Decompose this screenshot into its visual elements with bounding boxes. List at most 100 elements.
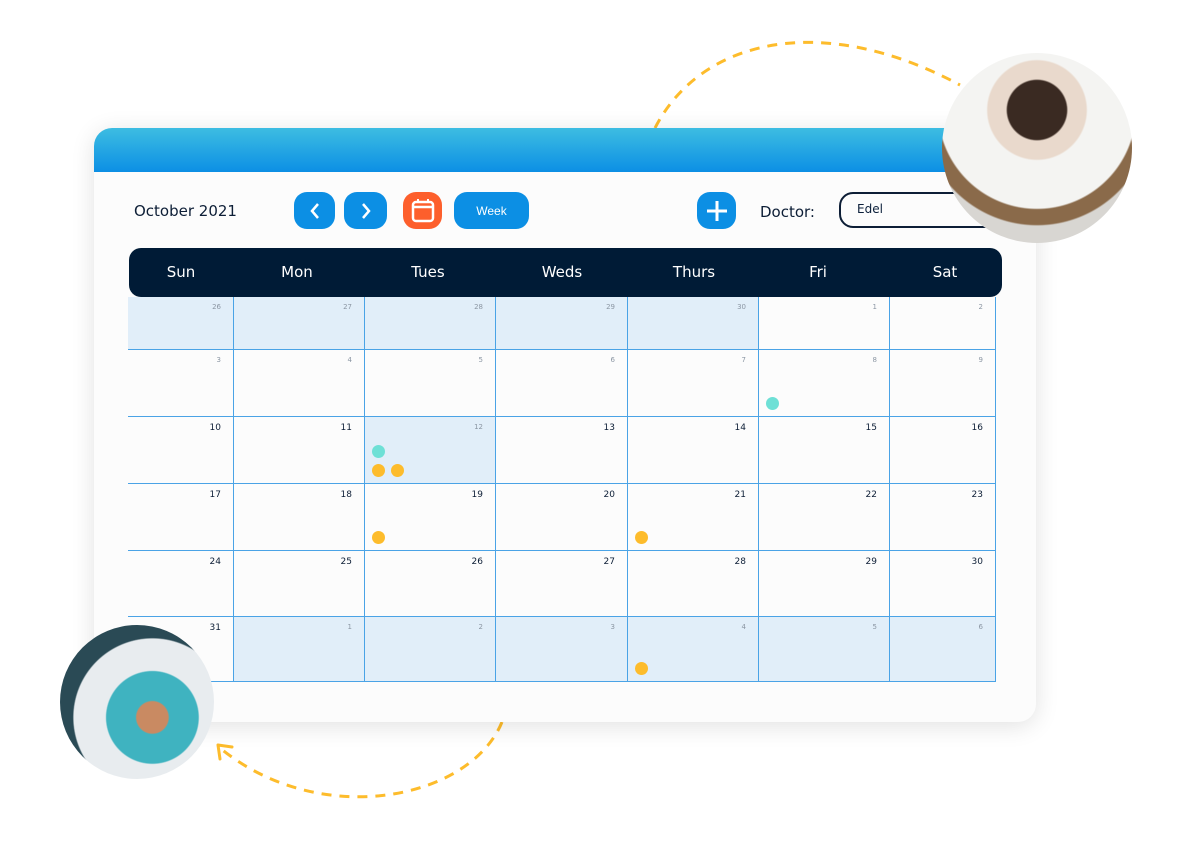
woman-at-laptop-photo bbox=[942, 53, 1132, 243]
day-cell[interactable]: 7 bbox=[628, 350, 759, 417]
chevron-left-icon bbox=[309, 202, 319, 219]
event-orange-dot[interactable] bbox=[372, 464, 385, 477]
calendar-card: October 2021 Week Doctor: Edel Sun Mon Tue… bbox=[94, 128, 1036, 722]
day-cell[interactable]: 5 bbox=[365, 350, 496, 417]
day-number: 14 bbox=[734, 423, 746, 433]
day-cell[interactable]: 2 bbox=[365, 617, 496, 682]
day-number: 11 bbox=[340, 423, 352, 433]
day-number: 8 bbox=[872, 356, 877, 364]
day-cell[interactable]: 12 bbox=[365, 417, 496, 484]
day-number: 26 bbox=[212, 303, 221, 311]
day-cell[interactable]: 29 bbox=[759, 551, 890, 617]
day-number: 10 bbox=[209, 423, 221, 433]
day-cell[interactable]: 4 bbox=[628, 617, 759, 682]
day-number: 5 bbox=[872, 623, 877, 631]
day-cell[interactable]: 14 bbox=[628, 417, 759, 484]
event-teal-dot[interactable] bbox=[372, 445, 385, 458]
day-number: 19 bbox=[471, 490, 483, 500]
day-number: 4 bbox=[347, 356, 352, 364]
day-number: 7 bbox=[741, 356, 746, 364]
next-month-button[interactable] bbox=[344, 192, 387, 229]
day-number: 2 bbox=[978, 303, 983, 311]
day-number: 16 bbox=[971, 423, 983, 433]
day-cell[interactable]: 26 bbox=[128, 297, 234, 350]
day-number: 27 bbox=[343, 303, 352, 311]
day-cell[interactable]: 29 bbox=[496, 297, 628, 350]
day-number: 2 bbox=[478, 623, 483, 631]
day-number: 3 bbox=[216, 356, 221, 364]
day-number: 1 bbox=[347, 623, 352, 631]
day-number: 20 bbox=[603, 490, 615, 500]
day-number: 29 bbox=[606, 303, 615, 311]
event-teal-dot[interactable] bbox=[766, 397, 779, 410]
day-cell[interactable]: 10 bbox=[128, 417, 234, 484]
day-cell[interactable]: 5 bbox=[759, 617, 890, 682]
day-number: 15 bbox=[865, 423, 877, 433]
weekday-weds: Weds bbox=[541, 263, 583, 281]
day-number: 13 bbox=[603, 423, 615, 433]
day-cell[interactable]: 2 bbox=[890, 297, 996, 350]
day-number: 6 bbox=[610, 356, 615, 364]
day-cell[interactable]: 27 bbox=[234, 297, 365, 350]
day-cell[interactable]: 28 bbox=[628, 551, 759, 617]
day-cell[interactable]: 25 bbox=[234, 551, 365, 617]
day-number: 27 bbox=[603, 557, 615, 567]
day-cell[interactable]: 30 bbox=[628, 297, 759, 350]
day-cell[interactable]: 23 bbox=[890, 484, 996, 551]
day-cell[interactable]: 24 bbox=[128, 551, 234, 617]
day-cell[interactable]: 21 bbox=[628, 484, 759, 551]
day-cell[interactable]: 18 bbox=[234, 484, 365, 551]
weekday-mon: Mon bbox=[281, 263, 313, 281]
day-number: 30 bbox=[971, 557, 983, 567]
day-cell[interactable]: 13 bbox=[496, 417, 628, 484]
day-number: 29 bbox=[865, 557, 877, 567]
event-orange-dot[interactable] bbox=[635, 662, 648, 675]
day-cell[interactable]: 8 bbox=[759, 350, 890, 417]
day-cell[interactable]: 1 bbox=[759, 297, 890, 350]
day-number: 5 bbox=[478, 356, 483, 364]
day-cell[interactable]: 16 bbox=[890, 417, 996, 484]
day-number: 30 bbox=[737, 303, 746, 311]
day-cell[interactable]: 6 bbox=[890, 617, 996, 682]
event-orange-dot[interactable] bbox=[372, 531, 385, 544]
day-cell[interactable]: 27 bbox=[496, 551, 628, 617]
doctor-label: Doctor: bbox=[760, 203, 815, 221]
day-number: 18 bbox=[340, 490, 352, 500]
day-cell[interactable]: 4 bbox=[234, 350, 365, 417]
day-number: 1 bbox=[872, 303, 877, 311]
weekday-sat: Sat bbox=[932, 263, 958, 281]
weekday-sun: Sun bbox=[166, 263, 196, 281]
day-number: 25 bbox=[340, 557, 352, 567]
day-cell[interactable]: 11 bbox=[234, 417, 365, 484]
weekday-header: Sun Mon Tues Weds Thurs Fri Sat bbox=[129, 248, 1002, 297]
today-calendar-button[interactable] bbox=[403, 192, 442, 229]
person-with-phone-photo bbox=[60, 625, 214, 779]
week-view-button[interactable]: Week bbox=[454, 192, 529, 229]
day-number: 22 bbox=[865, 490, 877, 500]
plus-icon bbox=[706, 200, 727, 221]
day-cell[interactable]: 22 bbox=[759, 484, 890, 551]
day-cell[interactable]: 3 bbox=[128, 350, 234, 417]
day-cell[interactable]: 28 bbox=[365, 297, 496, 350]
day-number: 6 bbox=[978, 623, 983, 631]
calendar-icon bbox=[411, 198, 434, 222]
day-cell[interactable]: 1 bbox=[234, 617, 365, 682]
day-cell[interactable]: 17 bbox=[128, 484, 234, 551]
day-cell[interactable]: 9 bbox=[890, 350, 996, 417]
day-cell[interactable]: 30 bbox=[890, 551, 996, 617]
day-number: 12 bbox=[474, 423, 483, 431]
event-orange-dot[interactable] bbox=[391, 464, 404, 477]
add-appointment-button[interactable] bbox=[697, 192, 736, 229]
day-cell[interactable]: 19 bbox=[365, 484, 496, 551]
day-cell[interactable]: 6 bbox=[496, 350, 628, 417]
month-title: October 2021 bbox=[134, 202, 237, 220]
day-cell[interactable]: 15 bbox=[759, 417, 890, 484]
day-cell[interactable]: 26 bbox=[365, 551, 496, 617]
prev-month-button[interactable] bbox=[294, 192, 335, 229]
day-cell[interactable]: 3 bbox=[496, 617, 628, 682]
weekday-fri: Fri bbox=[809, 263, 827, 281]
event-orange-dot[interactable] bbox=[635, 531, 648, 544]
day-cell[interactable]: 20 bbox=[496, 484, 628, 551]
card-header-bar bbox=[94, 128, 1036, 172]
weekday-thurs: Thurs bbox=[672, 263, 716, 281]
